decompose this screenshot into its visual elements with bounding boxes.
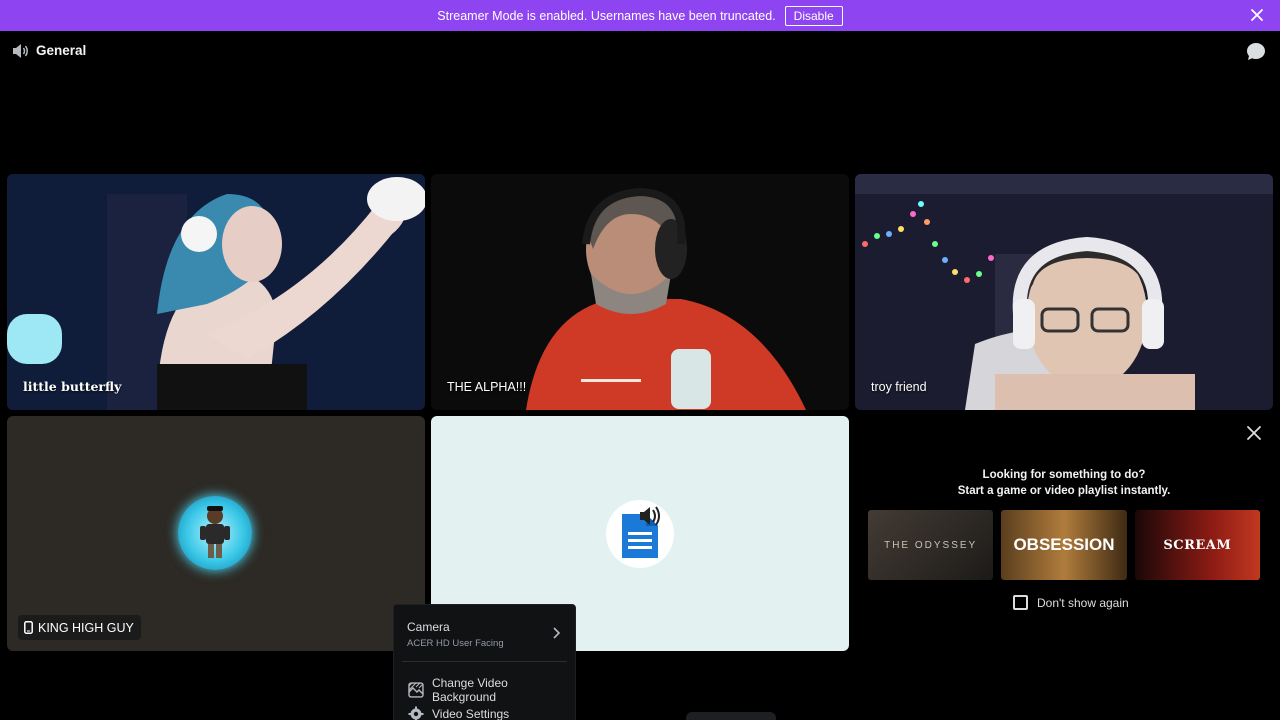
streamer-mode-banner: Streamer Mode is enabled. Usernames have… <box>0 0 1280 31</box>
activity-suggestion-panel: Looking for something to do? Start a gam… <box>855 416 1273 651</box>
activity-card-title: THE ODYSSEY <box>884 539 978 551</box>
participant-name-chip: KING HIGH GUY <box>18 615 141 640</box>
activity-card[interactable]: THE ODYSSEY <box>868 510 994 580</box>
activity-card[interactable]: OBSESSION <box>1001 510 1127 580</box>
menu-separator <box>402 661 567 662</box>
activity-prompt-line1: Looking for something to do? <box>982 469 1146 481</box>
voice-channel-view: Streamer Mode is enabled. Usernames have… <box>0 0 1280 720</box>
video-tile-little-butterfly[interactable]: little butterfly <box>7 174 425 410</box>
activity-cards: THE ODYSSEY OBSESSION SCREAM <box>868 510 1260 580</box>
close-banner-icon[interactable] <box>1248 6 1266 24</box>
close-icon[interactable] <box>1245 424 1263 442</box>
change-video-background-item[interactable]: Change Video Background <box>408 676 575 704</box>
participant-name: KING HIGH GUY <box>38 620 134 635</box>
video-feed-the-alpha <box>431 174 849 410</box>
video-background-icon <box>408 682 424 698</box>
camera-device-name: ACER HD User Facing <box>407 638 504 649</box>
video-tile-troy-friend[interactable]: troy friend <box>855 174 1273 410</box>
gear-icon <box>408 706 424 720</box>
camera-label: Camera <box>407 620 450 634</box>
video-context-menu: Camera ACER HD User Facing Change Video … <box>393 604 576 720</box>
activity-card-title: SCREAM <box>1163 537 1232 553</box>
participant-avatar <box>606 500 674 568</box>
video-settings-item[interactable]: Video Settings <box>408 706 509 720</box>
video-feed-little-butterfly <box>7 174 425 410</box>
participant-name: troy friend <box>871 380 927 394</box>
participant-name: THE ALPHA!!! <box>447 380 527 394</box>
video-tile-the-alpha[interactable]: THE ALPHA!!! <box>431 174 849 410</box>
bottom-controls-handle[interactable] <box>686 712 776 720</box>
video-settings-label: Video Settings <box>432 707 510 720</box>
dont-show-again-option[interactable]: Don't show again <box>1013 595 1129 610</box>
avatar-figure-icon <box>200 506 230 558</box>
activity-prompt: Looking for something to do? Start a gam… <box>855 467 1273 499</box>
camera-menu-item[interactable]: Camera ACER HD User Facing <box>407 620 504 649</box>
activity-prompt-line2: Start a game or video playlist instantly… <box>957 485 1171 497</box>
streamer-mode-message: Streamer Mode is enabled. Usernames have… <box>437 8 776 23</box>
avatar-tile-king-high-guy[interactable]: KING HIGH GUY <box>7 416 425 651</box>
channel-header: General <box>0 36 1280 66</box>
speaker-icon <box>13 44 28 58</box>
dont-show-again-checkbox[interactable] <box>1013 595 1028 610</box>
activity-card[interactable]: SCREAM <box>1134 510 1260 580</box>
participant-avatar <box>178 496 252 570</box>
chevron-right-icon[interactable] <box>551 627 561 639</box>
chat-bubble-icon[interactable] <box>1246 42 1266 61</box>
mobile-phone-icon <box>24 621 33 634</box>
disable-streamer-mode-button[interactable]: Disable <box>784 5 843 26</box>
document-avatar-icon <box>622 506 660 558</box>
participant-name: little butterfly <box>23 379 122 394</box>
change-video-background-label: Change Video Background <box>431 676 508 704</box>
channel-title: General <box>36 43 87 58</box>
video-feed-troy-friend <box>855 174 1273 410</box>
dont-show-again-label: Don't show again <box>1037 595 1129 610</box>
activity-card-title: OBSESSION <box>1013 535 1115 554</box>
